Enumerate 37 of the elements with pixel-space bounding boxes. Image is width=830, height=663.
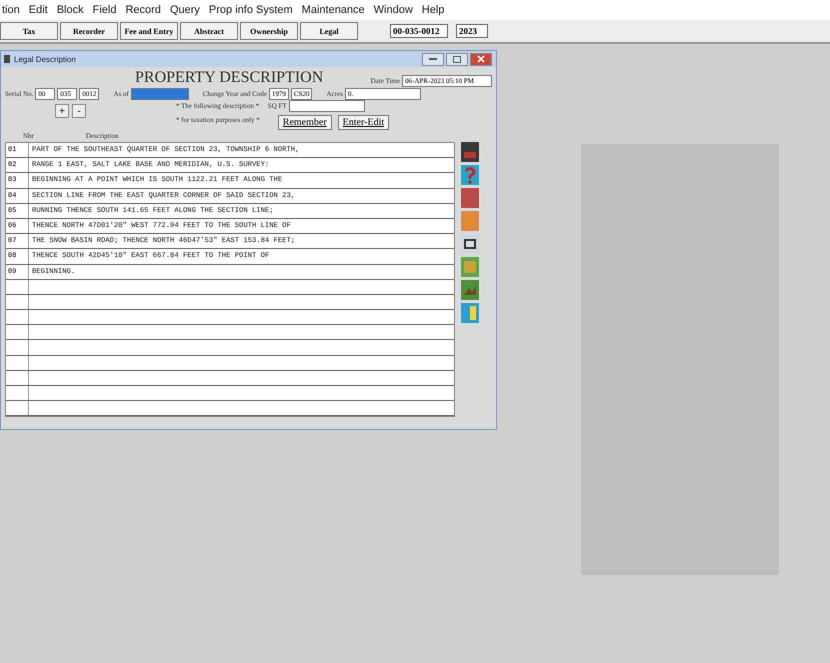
menu-item[interactable]: tion bbox=[2, 4, 20, 20]
maximize-icon bbox=[453, 56, 461, 62]
printer-icon[interactable] bbox=[461, 142, 479, 162]
sqft-field[interactable] bbox=[288, 100, 365, 112]
menu-item[interactable]: Help bbox=[422, 4, 444, 20]
tab-button[interactable]: Legal bbox=[300, 22, 358, 40]
tab-button[interactable]: Abstract bbox=[180, 22, 238, 40]
as-of-field[interactable] bbox=[130, 88, 189, 100]
parcel-field[interactable]: 00-035-0012 bbox=[390, 24, 448, 38]
close-button[interactable] bbox=[470, 52, 492, 66]
tab-button[interactable]: Recorder bbox=[60, 22, 118, 40]
menu-item[interactable]: Window bbox=[374, 4, 413, 20]
help-icon[interactable] bbox=[461, 165, 479, 185]
menu-item[interactable]: Prop info System bbox=[208, 4, 293, 20]
remove-button[interactable]: - bbox=[72, 104, 86, 118]
tab-button[interactable]: Ownership bbox=[240, 22, 298, 40]
year-field[interactable]: 2023 bbox=[456, 24, 488, 38]
note-icon[interactable] bbox=[461, 303, 479, 323]
menu-item[interactable]: Edit bbox=[28, 4, 48, 20]
tab-button[interactable]: Tax bbox=[0, 22, 58, 40]
image-icon[interactable] bbox=[461, 280, 479, 300]
close-icon bbox=[477, 55, 485, 63]
minimize-button[interactable] bbox=[422, 52, 444, 66]
menu-item[interactable]: Maintenance bbox=[302, 4, 365, 20]
page-heading: PROPERTY DESCRIPTION bbox=[135, 69, 324, 87]
maximize-button[interactable] bbox=[446, 52, 468, 66]
app-icon bbox=[3, 54, 11, 64]
menu-item[interactable]: Query bbox=[170, 4, 200, 20]
add-button[interactable]: + bbox=[55, 104, 69, 118]
window-title: Legal Description bbox=[14, 54, 76, 64]
menu-item[interactable]: Record bbox=[125, 4, 161, 20]
action-button[interactable]: Remember bbox=[278, 115, 332, 130]
action-button[interactable]: Enter-Edit bbox=[338, 115, 390, 130]
tab-button[interactable]: Fee and Entry bbox=[120, 22, 178, 40]
menu-item[interactable]: Block bbox=[56, 4, 84, 20]
menu-item[interactable]: Field bbox=[92, 4, 116, 20]
minimize-icon bbox=[429, 58, 437, 60]
